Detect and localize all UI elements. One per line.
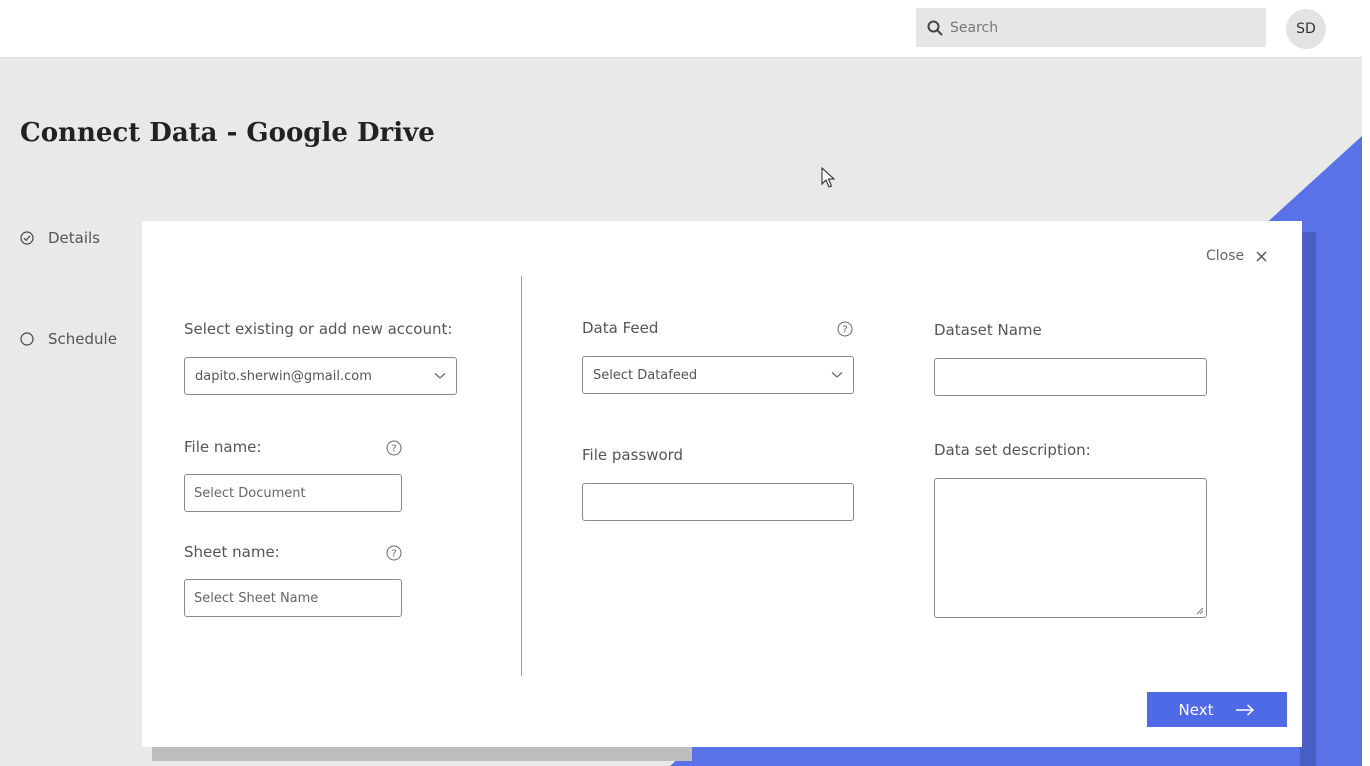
resize-grip-icon[interactable] bbox=[1195, 606, 1204, 615]
step-details[interactable]: Details bbox=[20, 229, 100, 247]
data-feed-selected-value: Select Datafeed bbox=[593, 367, 698, 383]
mouse-cursor-icon bbox=[821, 167, 835, 188]
dataset-name-input[interactable] bbox=[935, 359, 1206, 395]
dataset-description-textarea[interactable] bbox=[935, 479, 1206, 617]
chevron-down-icon bbox=[831, 372, 843, 378]
circle-icon bbox=[20, 332, 34, 346]
step-schedule[interactable]: Schedule bbox=[20, 330, 117, 348]
next-button[interactable]: Next bbox=[1147, 692, 1287, 727]
account-select[interactable]: dapito.sherwin@gmail.com bbox=[184, 357, 457, 395]
modal-accent-edge bbox=[1300, 232, 1316, 766]
dataset-description-label: Data set description: bbox=[934, 441, 1091, 459]
svg-text:?: ? bbox=[842, 325, 847, 336]
help-icon[interactable]: ? bbox=[386, 545, 402, 561]
help-icon[interactable]: ? bbox=[386, 440, 402, 456]
next-label: Next bbox=[1178, 700, 1214, 719]
close-icon bbox=[1256, 251, 1267, 261]
file-name-label: File name: bbox=[184, 438, 262, 456]
file-password-input[interactable] bbox=[583, 484, 853, 520]
file-name-input[interactable] bbox=[185, 475, 401, 511]
dataset-name-field[interactable] bbox=[934, 358, 1207, 396]
check-circle-icon bbox=[20, 231, 34, 245]
connect-data-modal: Close Select existing or add new account… bbox=[142, 221, 1302, 747]
svg-text:?: ? bbox=[391, 549, 396, 560]
file-password-field[interactable] bbox=[582, 483, 854, 521]
arrow-right-icon bbox=[1236, 703, 1255, 716]
dataset-name-label: Dataset Name bbox=[934, 321, 1042, 339]
close-label: Close bbox=[1206, 248, 1245, 264]
chevron-down-icon bbox=[434, 373, 446, 379]
data-feed-select[interactable]: Select Datafeed bbox=[582, 356, 854, 394]
file-password-label: File password bbox=[582, 446, 684, 464]
data-feed-label: Data Feed bbox=[582, 319, 659, 337]
search-icon bbox=[927, 20, 943, 36]
close-button[interactable]: Close bbox=[1206, 248, 1267, 264]
search-input[interactable] bbox=[950, 8, 1250, 47]
account-label: Select existing or add new account: bbox=[184, 320, 453, 338]
help-icon[interactable]: ? bbox=[837, 321, 853, 337]
page-title: Connect Data - Google Drive bbox=[20, 118, 435, 148]
file-name-field[interactable] bbox=[184, 474, 402, 512]
dataset-description-field[interactable] bbox=[934, 478, 1207, 618]
step-label: Details bbox=[48, 229, 101, 247]
sheet-name-label: Sheet name: bbox=[184, 543, 280, 561]
svg-text:?: ? bbox=[391, 444, 396, 455]
avatar[interactable]: SD bbox=[1286, 9, 1326, 49]
top-bar: SD bbox=[0, 0, 1362, 58]
account-selected-value: dapito.sherwin@gmail.com bbox=[195, 368, 372, 384]
sheet-name-input[interactable] bbox=[185, 580, 401, 616]
column-divider bbox=[521, 276, 522, 676]
step-label: Schedule bbox=[48, 330, 117, 348]
search-box[interactable] bbox=[916, 8, 1266, 47]
scrollbar[interactable] bbox=[1362, 0, 1370, 766]
sheet-name-field[interactable] bbox=[184, 579, 402, 617]
